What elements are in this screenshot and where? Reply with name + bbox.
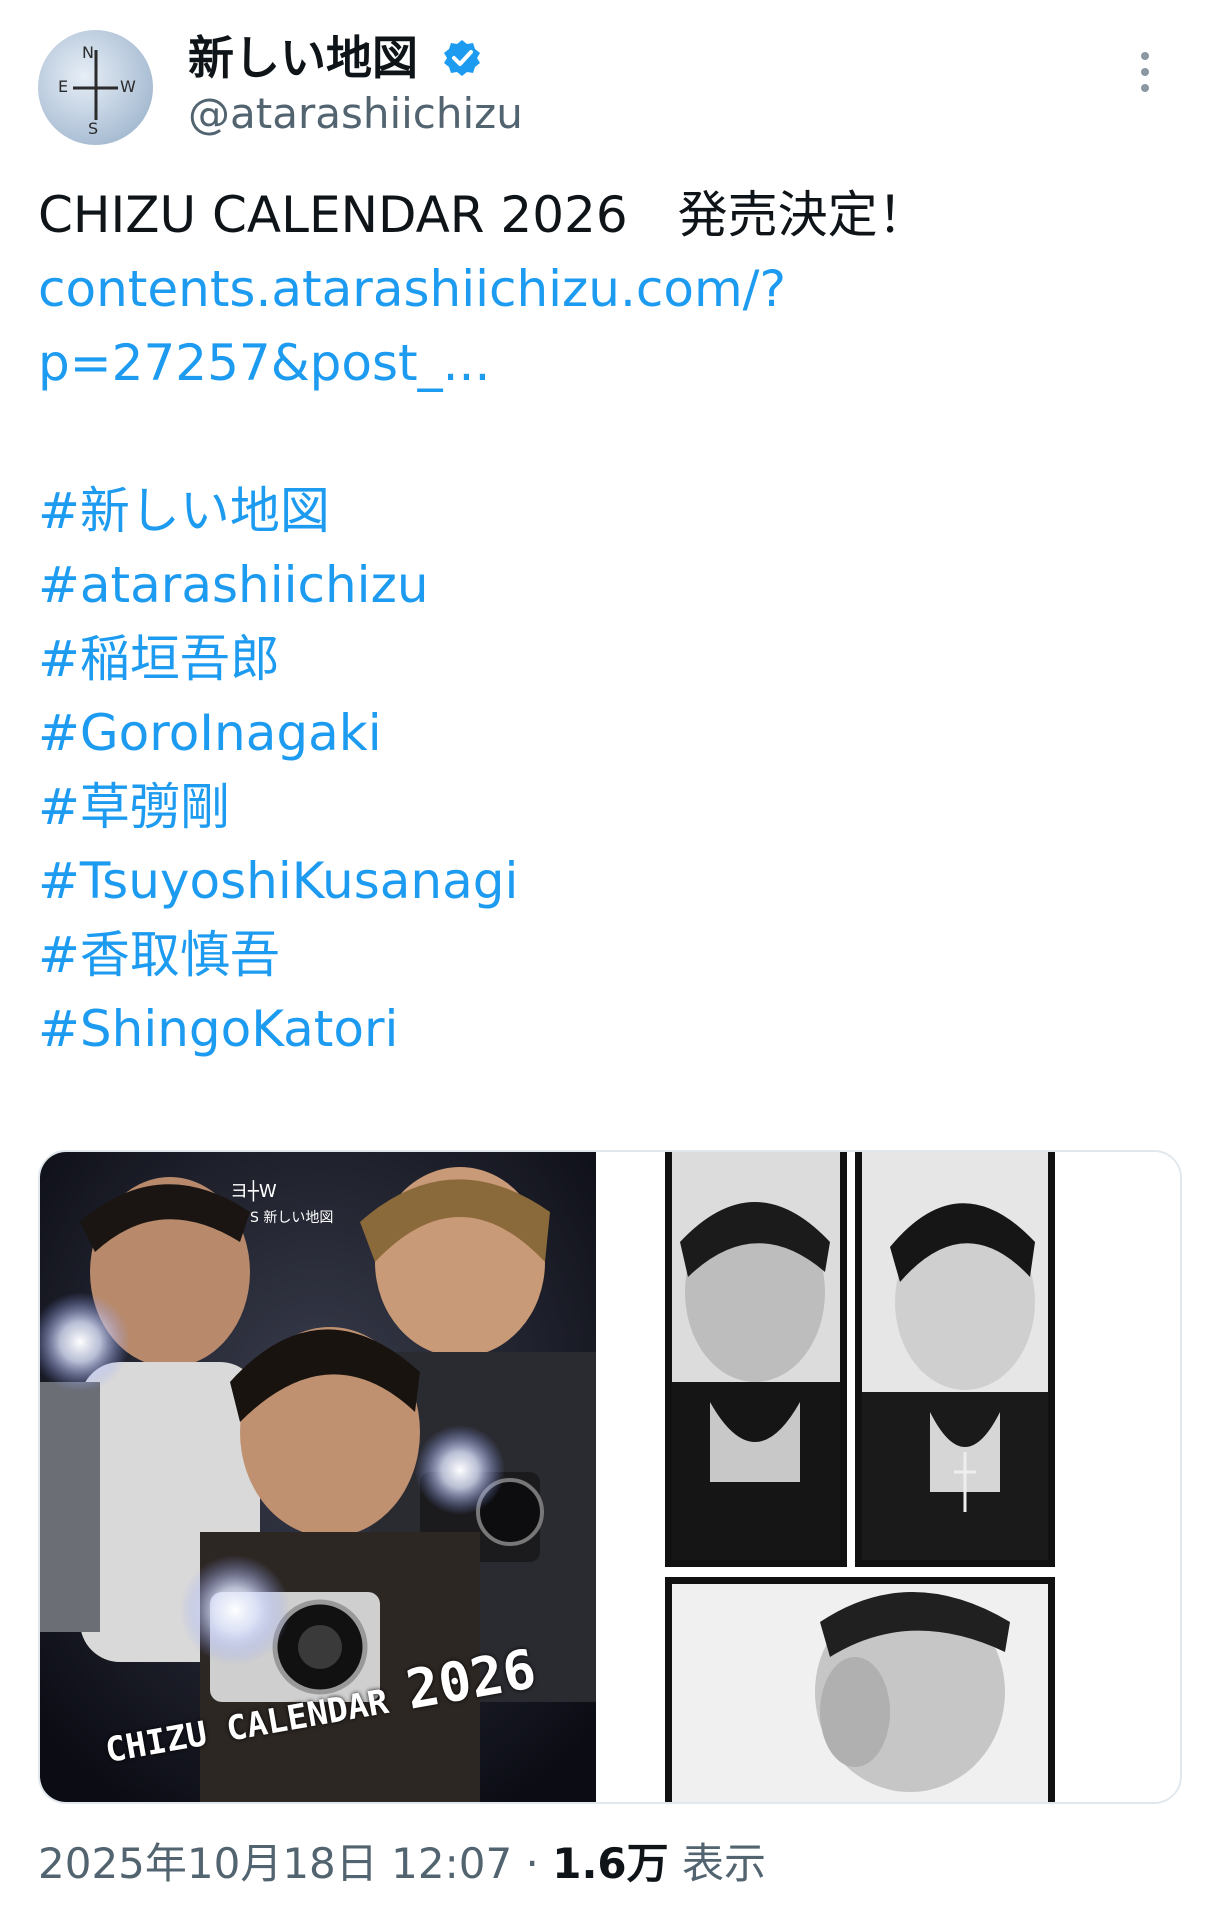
hashtag-link[interactable]: #TsuyoshiKusanagi [38, 844, 1178, 918]
verified-badge-icon [444, 40, 480, 76]
tweet-timestamp[interactable]: 2025年10月18日 12:07 [38, 1839, 512, 1888]
account-handle[interactable]: @atarashiichizu [188, 88, 523, 140]
svg-text:S: S [88, 119, 98, 138]
views-count: 1.6万 [552, 1839, 669, 1888]
tweet-link-line-1[interactable]: contents.atarashiichizu.com/? [38, 252, 1178, 326]
tweet-header: N W E S 新しい地図 @atarashiichizu [0, 0, 1215, 160]
tweet-text: CHIZU CALENDAR 2026 発売決定！ contents.atara… [38, 178, 1178, 1066]
hashtag-link[interactable]: #稲垣吾郎 [38, 622, 1178, 696]
hashtag-link[interactable]: #ShingoKatori [38, 992, 1178, 1066]
meta-separator: · [525, 1839, 539, 1888]
svg-text:N: N [82, 43, 94, 62]
hashtag-link[interactable]: #GoroInagaki [38, 696, 1178, 770]
compass-logo-icon: N W E S [58, 43, 136, 138]
calendar-cover-photo[interactable]: ヨ┼W S 新しい地図 CHIZU CALENDAR 2026 [40, 1152, 596, 1802]
tweet-meta: 2025年10月18日 12:07 · 1.6万 表示 [38, 1836, 766, 1892]
account-avatar[interactable]: N W E S [38, 30, 153, 145]
tweet-media-grid: ヨ┼W S 新しい地図 CHIZU CALENDAR 2026 [38, 1150, 1182, 1804]
hashtag-link[interactable]: #草彅剛 [38, 770, 1178, 844]
monochrome-portraits-photo[interactable] [610, 1152, 1180, 1802]
monochrome-portraits-illustration [610, 1152, 1180, 1802]
hashtag-link[interactable]: #atarashiichizu [38, 548, 1178, 622]
views-label: 表示 [682, 1839, 767, 1888]
svg-text:W: W [120, 77, 136, 96]
tweet-headline: CHIZU CALENDAR 2026 発売決定！ [38, 186, 928, 244]
svg-text:ヨ┼W: ヨ┼W [230, 1180, 277, 1202]
hashtag-link[interactable]: #香取慎吾 [38, 918, 1178, 992]
more-options-icon[interactable] [1130, 52, 1160, 102]
svg-text:E: E [58, 77, 68, 96]
display-name[interactable]: 新しい地図 [188, 30, 418, 86]
hashtag-link[interactable]: #新しい地図 [38, 474, 1178, 548]
tweet-link-line-2[interactable]: p=27257&post_... [38, 326, 1178, 400]
svg-text:S 新しい地図: S 新しい地図 [250, 1210, 333, 1226]
